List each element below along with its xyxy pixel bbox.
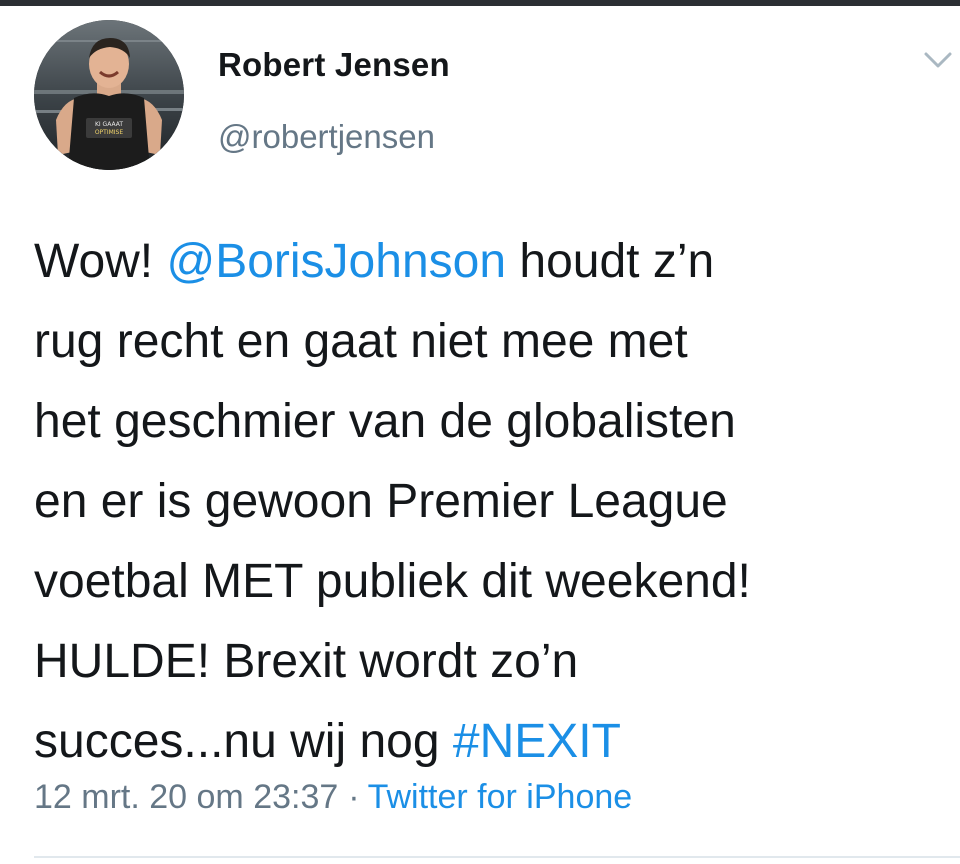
shirt-text-1: KI GAAAT — [95, 121, 123, 128]
shirt-text-2: OPTIMISE — [95, 129, 124, 136]
meta-separator: · — [348, 778, 360, 816]
tweet-text-segment: Wow! — [34, 235, 167, 288]
mention-link[interactable]: @BorisJohnson — [166, 235, 506, 288]
tweet-text-segment: succes...nu wij nog — [34, 715, 453, 768]
tweet-timestamp[interactable]: 12 mrt. 20 om 23:37 — [34, 778, 338, 816]
avatar[interactable]: KI GAAAT OPTIMISE — [34, 20, 184, 170]
tweet-menu-button[interactable] — [920, 42, 956, 78]
divider — [34, 856, 960, 858]
tweet-card: KI GAAAT OPTIMISE Robert Jensen @robertj… — [0, 6, 960, 864]
tweet-line-4: en er is gewoon Premier League — [34, 475, 728, 528]
display-name[interactable]: Robert Jensen — [218, 46, 450, 84]
tweet-source-link[interactable]: Twitter for iPhone — [368, 778, 633, 816]
tweet-text-segment: houdt z’n — [506, 235, 715, 288]
tweet-line-2: rug recht en gaat niet mee met — [34, 315, 688, 368]
tweet-text: Wow! @BorisJohnson houdt z’n rug recht e… — [34, 222, 949, 782]
tweet-line-5: voetbal MET publiek dit weekend! — [34, 555, 751, 608]
tweet-line-7: succes...nu wij nog #NEXIT — [34, 702, 949, 782]
user-handle[interactable]: @robertjensen — [218, 118, 435, 156]
chevron-down-icon — [924, 52, 952, 68]
tweet-meta: 12 mrt. 20 om 23:37 · Twitter for iPhone — [34, 778, 632, 817]
hashtag-link[interactable]: #NEXIT — [453, 715, 621, 768]
tweet-line-6: HULDE! Brexit wordt zo’n — [34, 635, 579, 688]
profile-photo-icon: KI GAAAT OPTIMISE — [34, 20, 184, 170]
tweet-line-1: Wow! @BorisJohnson houdt z’n — [34, 222, 949, 302]
tweet-line-3: het geschmier van de globalisten — [34, 395, 736, 448]
